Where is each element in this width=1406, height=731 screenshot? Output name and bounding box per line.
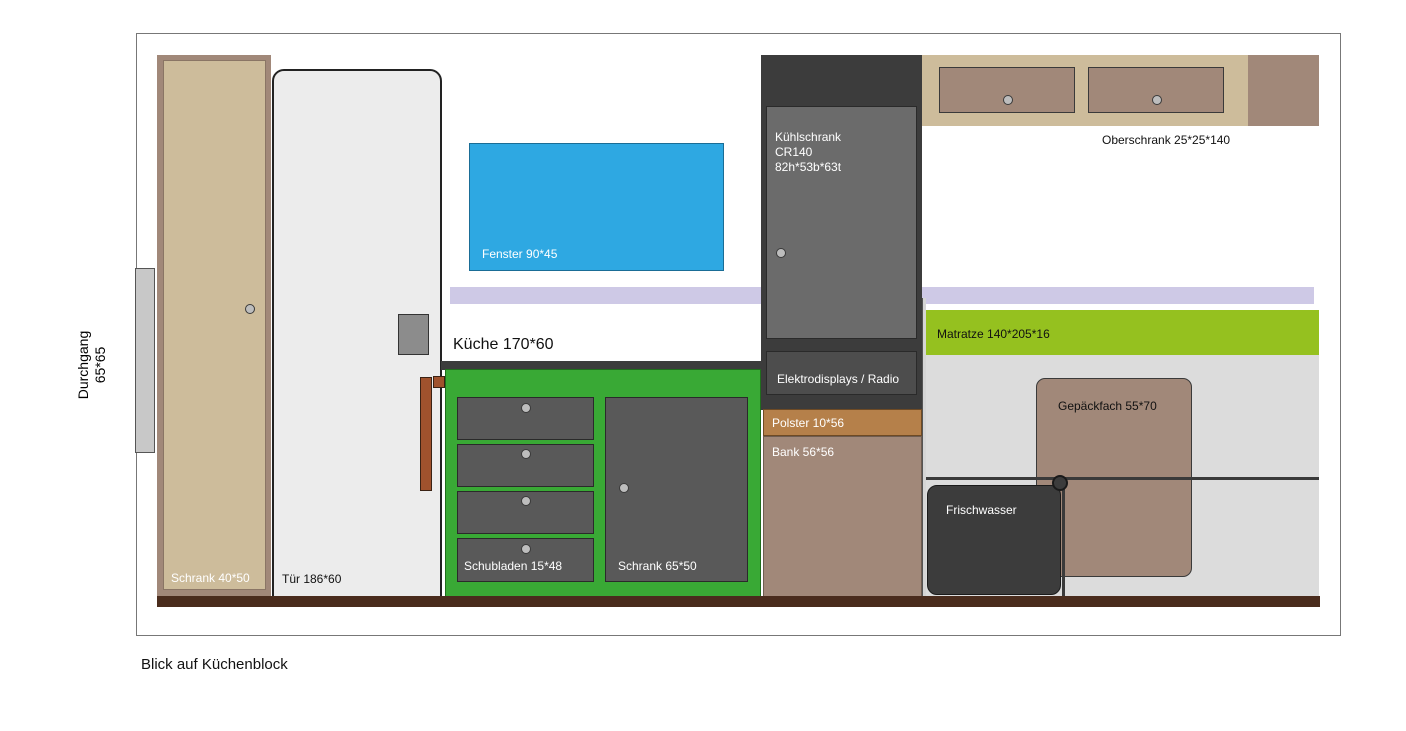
fridge-label-line2: CR140 — [775, 145, 813, 159]
kitchen-label: Küche 170*60 — [453, 336, 554, 353]
bench — [763, 436, 922, 597]
door-handle-mount — [433, 376, 445, 388]
rail — [926, 477, 1319, 480]
drawer-knob — [521, 449, 531, 459]
upper-cabinet-door — [1088, 67, 1224, 113]
water-pipe — [1062, 480, 1065, 597]
displays-label: Elektrodisplays / Radio — [777, 372, 900, 386]
upper-cabinet-label: Oberschrank 25*25*140 — [1102, 133, 1231, 147]
floor — [157, 596, 1320, 607]
diagram-caption: Blick auf Küchenblock — [141, 656, 288, 673]
luggage-label: Gepäckfach 55*70 — [1058, 399, 1157, 413]
passage-label-line2: 65*65 — [92, 346, 108, 384]
passage-label-line1: Durchgang — [75, 330, 91, 400]
tall-cabinet-door — [163, 60, 266, 590]
water-tank — [927, 485, 1061, 595]
tall-cabinet-label: Schrank 40*50 — [171, 571, 250, 585]
upper-cabinet-end — [1248, 55, 1319, 126]
drawer-knob — [521, 403, 531, 413]
upper-cabinet-knob — [1152, 95, 1162, 105]
fridge-label: Kühlschrank CR140 82h*53b*63t — [775, 130, 841, 175]
upper-cabinet-knob — [1003, 95, 1013, 105]
tall-cabinet-knob — [245, 304, 255, 314]
upper-cabinet-door — [939, 67, 1075, 113]
fridge-label-line1: Kühlschrank — [775, 130, 842, 144]
drawer-knob — [521, 496, 531, 506]
window-label: Fenster 90*45 — [482, 247, 558, 261]
passage-bar — [135, 268, 155, 453]
door-handle — [420, 377, 432, 491]
kitchen-cabinet-knob — [619, 483, 629, 493]
cushion-label: Polster 10*56 — [772, 416, 845, 430]
fridge-label-line3: 82h*53b*63t — [775, 160, 842, 174]
freshwater-label: Frischwasser — [946, 503, 1017, 517]
door-label: Tür 186*60 — [282, 572, 342, 586]
drawer-knob — [521, 544, 531, 554]
mattress-label: Matratze 140*205*16 — [937, 327, 1050, 341]
drawers-label: Schubladen 15*48 — [464, 559, 563, 573]
passage-label: Durchgang 65*65 — [75, 331, 109, 400]
water-tank-cap — [1052, 475, 1068, 491]
kitchen-cabinet-label: Schrank 65*50 — [618, 559, 697, 573]
door-window — [398, 314, 429, 355]
fridge-knob — [776, 248, 786, 258]
bench-label: Bank 56*56 — [772, 445, 835, 459]
